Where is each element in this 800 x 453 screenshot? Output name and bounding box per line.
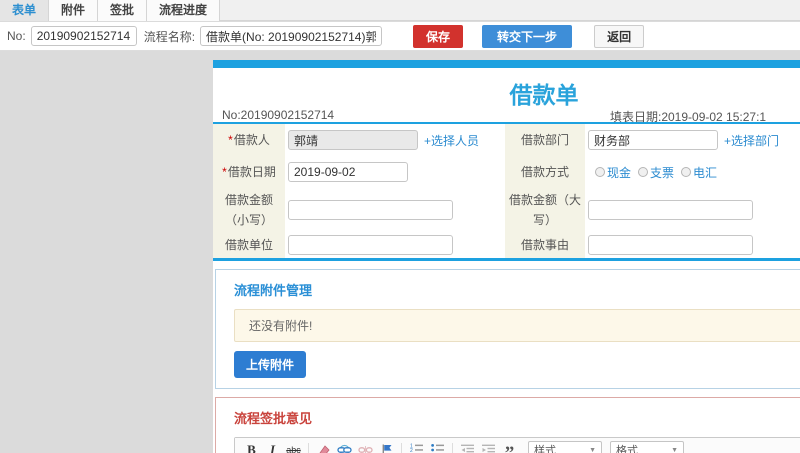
department-input[interactable] bbox=[588, 130, 718, 150]
loan-form-table: *借款人 +选择人员 借款部门 +选择部门 *借款日期 借款方式 现金 支票 电… bbox=[213, 124, 800, 258]
toolbar-separator bbox=[308, 442, 309, 453]
chevron-down-icon: ▼ bbox=[671, 446, 678, 453]
loan-unit-field bbox=[285, 232, 505, 258]
remove-format-icon[interactable] bbox=[314, 441, 333, 453]
anchor-flag-icon[interactable] bbox=[377, 441, 396, 453]
tab-process-progress[interactable]: 流程进度 bbox=[147, 0, 221, 21]
department-label: 借款部门 bbox=[505, 124, 585, 156]
tab-attachments[interactable]: 附件 bbox=[49, 0, 99, 21]
doc-number: No:20190902152714 bbox=[222, 108, 335, 122]
no-attachment-alert: 还没有附件! bbox=[234, 309, 800, 342]
back-button[interactable]: 返回 bbox=[594, 24, 645, 48]
italic-icon[interactable]: I bbox=[263, 441, 282, 453]
amount-lowercase-field bbox=[285, 188, 505, 232]
numbered-list-icon[interactable]: 123 bbox=[407, 441, 426, 453]
radio-cash-label[interactable]: 现金 bbox=[607, 164, 631, 181]
select-person-link[interactable]: +选择人员 bbox=[424, 132, 479, 149]
editor-toolbar: B I abc 1 2 样式 ▼ 格式 ▼ bbox=[235, 438, 800, 453]
amount-lowercase-input[interactable] bbox=[288, 200, 453, 220]
format-combo-label: 格式 bbox=[616, 445, 638, 453]
radio-cheque[interactable] bbox=[638, 167, 649, 177]
required-asterisk: * bbox=[228, 133, 233, 147]
no-input[interactable] bbox=[30, 26, 137, 46]
toolbar-separator bbox=[401, 442, 402, 453]
form-bottom-accent-bar bbox=[213, 258, 800, 261]
link-icon[interactable] bbox=[335, 441, 354, 453]
loan-date-input[interactable] bbox=[288, 162, 408, 182]
no-label: No: bbox=[7, 29, 26, 43]
radio-wire[interactable] bbox=[681, 167, 692, 177]
department-field: +选择部门 bbox=[585, 124, 800, 156]
forward-next-step-button[interactable]: 转交下一步 bbox=[482, 24, 573, 48]
save-button[interactable]: 保存 bbox=[413, 24, 464, 48]
bulleted-list-icon[interactable] bbox=[428, 441, 447, 453]
loan-date-field bbox=[285, 156, 505, 188]
radio-wire-label[interactable]: 电汇 bbox=[693, 164, 717, 181]
upload-attachment-button[interactable]: 上传附件 bbox=[234, 351, 307, 378]
approval-section: 流程签批意见 B I abc 1 2 样式 ▼ 格式 ▼ bbox=[215, 397, 800, 453]
tab-bar: 表单 附件 签批 流程进度 bbox=[0, 0, 800, 21]
amount-lowercase-label: 借款金额（小写） bbox=[213, 188, 285, 232]
doc-fill-date: 填表日期:2019-09-02 15:27:1 bbox=[610, 110, 767, 124]
panel-accent-bar bbox=[213, 60, 800, 68]
amount-uppercase-input[interactable] bbox=[588, 200, 753, 220]
radio-cheque-label[interactable]: 支票 bbox=[650, 164, 674, 181]
select-department-link[interactable]: +选择部门 bbox=[724, 132, 779, 149]
doc-subheader: No:20190902152714 填表日期:2019-09-02 15:27:… bbox=[213, 104, 800, 124]
indent-icon bbox=[479, 441, 498, 453]
required-asterisk: * bbox=[222, 165, 227, 179]
loan-unit-label: 借款单位 bbox=[213, 232, 285, 258]
amount-uppercase-field bbox=[585, 188, 800, 232]
tab-form[interactable]: 表单 bbox=[0, 0, 50, 21]
process-name-input[interactable] bbox=[200, 26, 383, 46]
chevron-down-icon: ▼ bbox=[589, 446, 596, 453]
amount-uppercase-label: 借款金额（大写） bbox=[505, 188, 585, 232]
loan-unit-input[interactable] bbox=[288, 235, 453, 255]
strikethrough-icon[interactable]: abc bbox=[284, 441, 303, 453]
borrower-field: +选择人员 bbox=[285, 124, 505, 156]
format-combo[interactable]: 格式 ▼ bbox=[610, 440, 684, 453]
bold-icon[interactable]: B bbox=[242, 441, 261, 453]
toolbar-separator bbox=[452, 442, 453, 453]
process-name-label: 流程名称: bbox=[143, 29, 196, 44]
loan-reason-input[interactable] bbox=[588, 235, 753, 255]
page-title: 借款单 bbox=[509, 82, 579, 108]
loan-method-label: 借款方式 bbox=[505, 156, 585, 188]
styles-combo-label: 样式 bbox=[534, 445, 556, 453]
loan-reason-field bbox=[585, 232, 800, 258]
approval-section-heading: 流程签批意见 bbox=[234, 411, 313, 426]
borrower-input[interactable] bbox=[288, 130, 418, 150]
loan-form-panel: 借款单 No:20190902152714 填表日期:2019-09-02 15… bbox=[213, 60, 800, 453]
blockquote-icon[interactable]: ” bbox=[500, 441, 519, 453]
outdent-icon bbox=[458, 441, 477, 453]
attachment-section: 流程附件管理 还没有附件! 上传附件 bbox=[215, 269, 800, 389]
radio-cash[interactable] bbox=[595, 167, 605, 177]
styles-combo[interactable]: 样式 ▼ bbox=[528, 440, 602, 453]
unlink-icon bbox=[356, 441, 375, 453]
borrower-label: *借款人 bbox=[213, 124, 285, 156]
command-toolbar: No: 流程名称: 保存 转交下一步 返回 bbox=[0, 22, 800, 51]
loan-date-label: *借款日期 bbox=[213, 156, 285, 188]
rich-text-editor: B I abc 1 2 样式 ▼ 格式 ▼ bbox=[234, 437, 800, 453]
loan-method-field: 现金 支票 电汇 bbox=[585, 156, 800, 188]
loan-method-options: 现金 支票 电汇 bbox=[588, 164, 717, 181]
attachment-section-heading: 流程附件管理 bbox=[234, 283, 313, 298]
loan-reason-label: 借款事由 bbox=[505, 232, 585, 258]
tab-approval[interactable]: 签批 bbox=[98, 0, 148, 21]
